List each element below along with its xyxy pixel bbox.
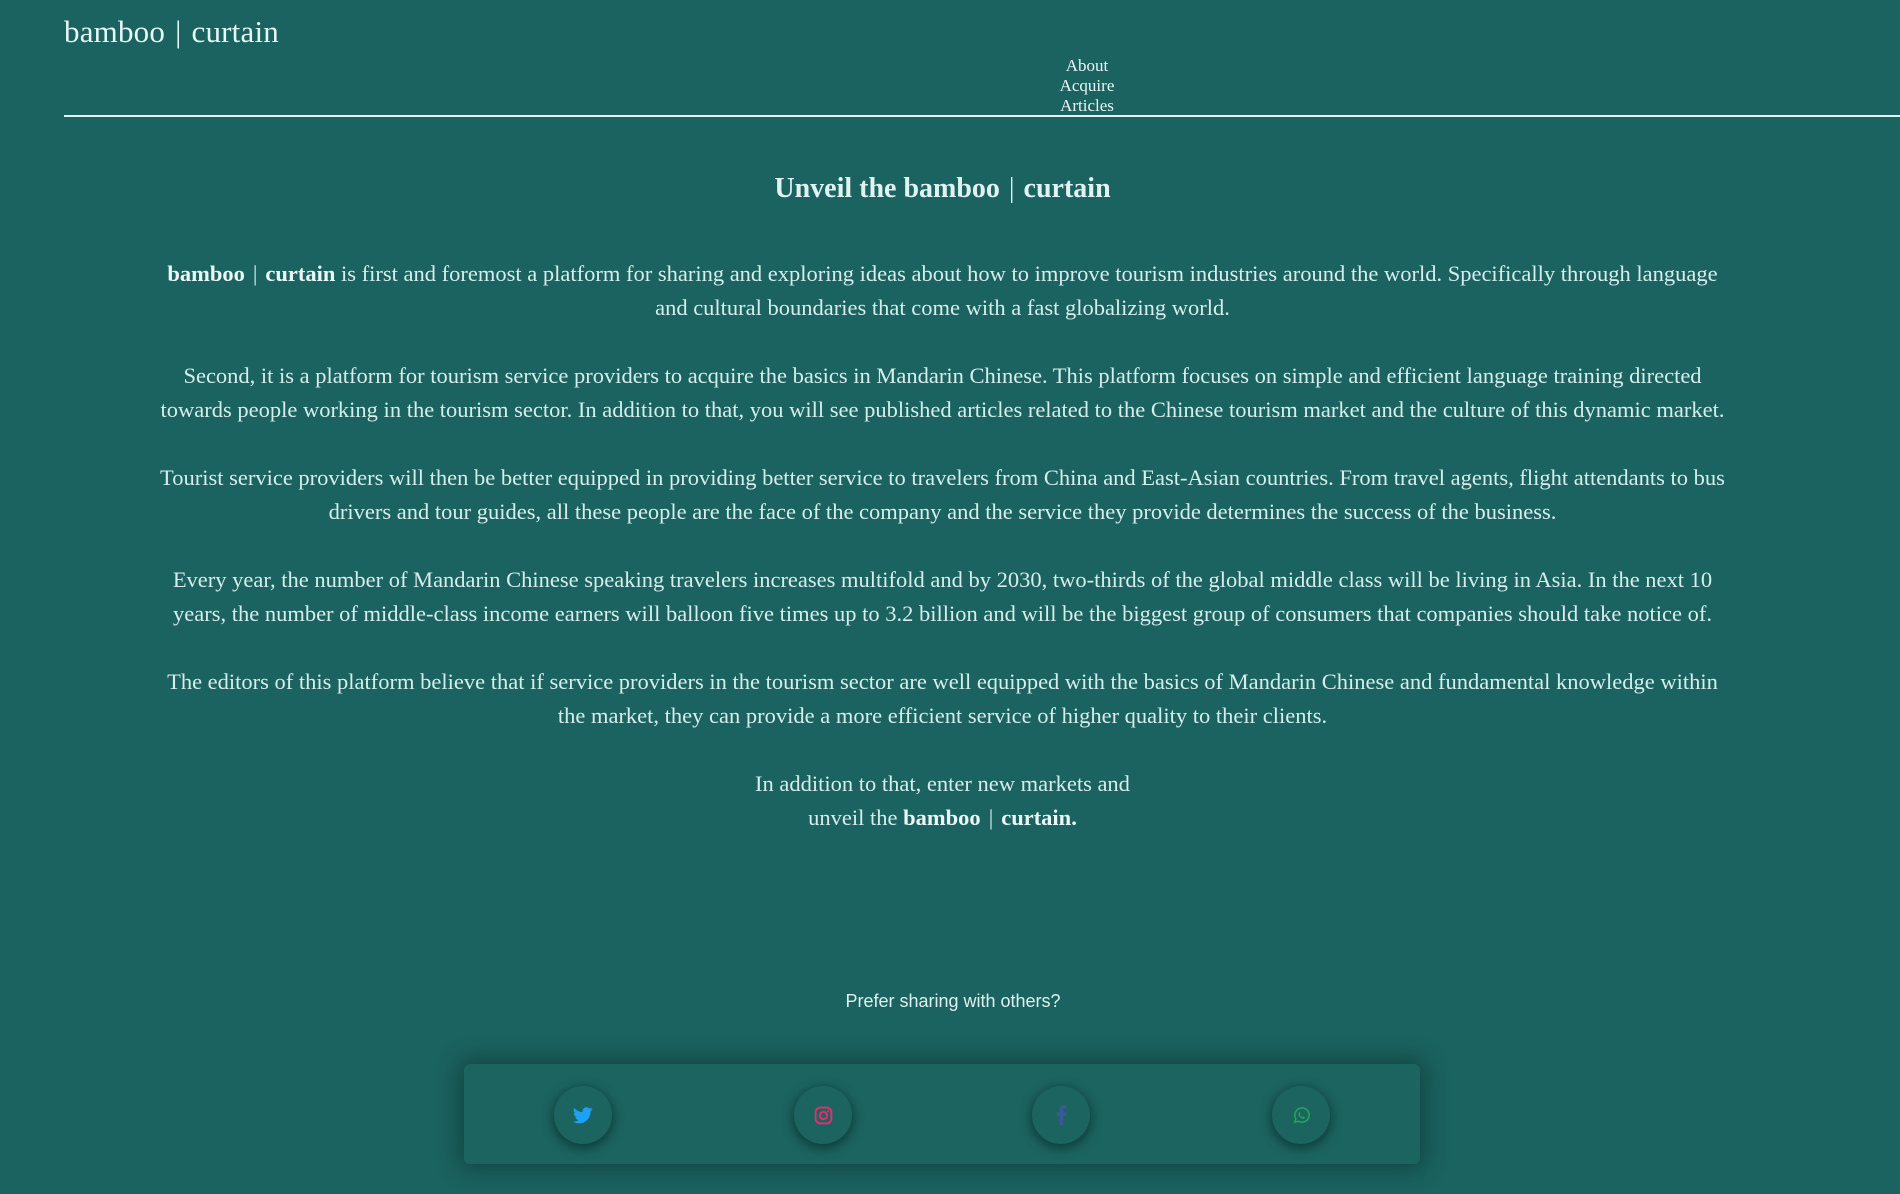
closing-brand-right: curtain. xyxy=(1001,805,1077,830)
intro-brand-separator: | xyxy=(252,261,258,286)
brand-left: bamboo xyxy=(64,14,166,49)
site-header: bamboo | curtain About Acquire Articles xyxy=(64,0,1900,117)
share-facebook-button[interactable] xyxy=(1032,1086,1090,1144)
nav-link-articles[interactable]: Articles xyxy=(1022,96,1152,116)
share-twitter-button[interactable] xyxy=(554,1086,612,1144)
page-title: Unveil the bamboo | curtain xyxy=(0,173,1885,205)
intro-paragraph: bamboo | curtain is first and foremost a p… xyxy=(160,257,1725,325)
share-whatsapp-button[interactable] xyxy=(1272,1086,1330,1144)
site-logo[interactable]: bamboo | curtain xyxy=(64,14,279,50)
closing-paragraph: In addition to that, enter new markets a… xyxy=(160,767,1725,835)
paragraph-providers: Tourist service providers will then be b… xyxy=(160,465,1725,524)
twitter-icon xyxy=(573,1106,593,1123)
share-instagram-button[interactable] xyxy=(794,1086,852,1144)
closing-line-2-prefix: unveil the xyxy=(808,805,898,830)
main-nav: About Acquire Articles xyxy=(1022,56,1152,116)
nav-link-about[interactable]: About xyxy=(1022,56,1152,76)
share-heading: Prefer sharing with others? xyxy=(845,991,1061,1011)
share-panel xyxy=(464,1064,1420,1164)
intro-text: is first and foremost a platform for sha… xyxy=(341,261,1718,320)
instagram-icon xyxy=(814,1106,832,1124)
closing-line-1: In addition to that, enter new markets a… xyxy=(755,771,1130,796)
closing-brand-left: bamboo xyxy=(903,805,981,830)
paragraph-editors: The editors of this platform believe tha… xyxy=(167,669,1718,728)
about-content: bamboo | curtain is first and foremost a p… xyxy=(160,257,1725,869)
paragraph-platform: Second, it is a platform for tourism ser… xyxy=(160,363,1725,422)
brand-separator: | xyxy=(175,14,182,49)
intro-brand-left: bamboo xyxy=(167,261,245,286)
page-title-separator: | xyxy=(1008,173,1015,204)
nav-link-acquire[interactable]: Acquire xyxy=(1022,76,1152,96)
brand-right: curtain xyxy=(191,14,279,49)
page-title-suffix: curtain xyxy=(1023,173,1111,204)
page-title-prefix: Unveil the bamboo xyxy=(774,173,1000,204)
facebook-icon xyxy=(1056,1105,1067,1125)
intro-brand-right: curtain xyxy=(265,261,336,286)
whatsapp-icon xyxy=(1293,1106,1310,1123)
closing-brand-separator: | xyxy=(988,805,994,830)
paragraph-growth: Every year, the number of Mandarin Chine… xyxy=(172,567,1713,626)
